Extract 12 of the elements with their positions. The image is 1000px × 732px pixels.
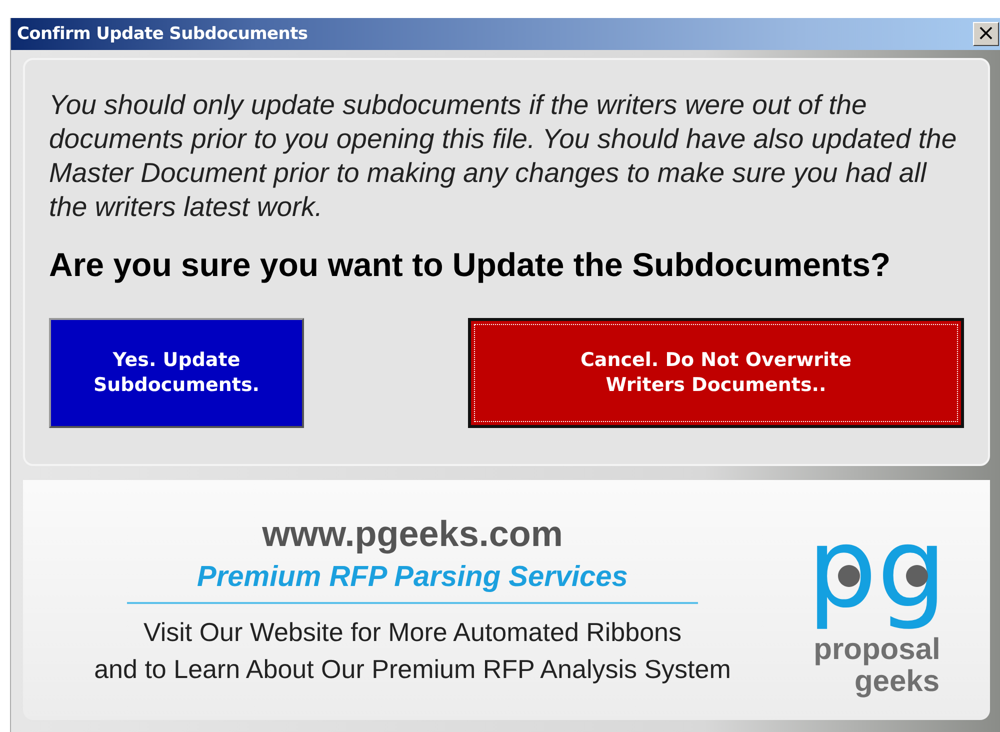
update-button[interactable]: Yes. Update Subdocuments. xyxy=(49,318,304,428)
tagline: Premium RFP Parsing Services xyxy=(127,560,698,604)
logo-text: geeks xyxy=(854,666,940,698)
close-button[interactable]: × xyxy=(973,22,999,46)
confirmation-question: Are you sure you want to Update the Subdocuments? xyxy=(49,246,892,284)
logo-text: proposal xyxy=(814,634,940,666)
warning-message: You should only update subdocuments if the writers were out of the documents prior to you opening this file. You should have also updated the Master Document prior to making any changes to make sure you had all the writers latest work. xyxy=(49,88,958,224)
banner-text: Visit Our Website for More Automated Ribbons and to Learn About Our Premium RFP Analysis System xyxy=(94,616,731,686)
cancel-button[interactable]: Cancel. Do Not Overwrite Writers Documents.. xyxy=(468,318,964,428)
website-link[interactable]: www.pgeeks.com xyxy=(262,512,563,554)
window-title: Confirm Update Subdocuments xyxy=(16,24,308,44)
logo-mark: pg xyxy=(807,503,947,634)
